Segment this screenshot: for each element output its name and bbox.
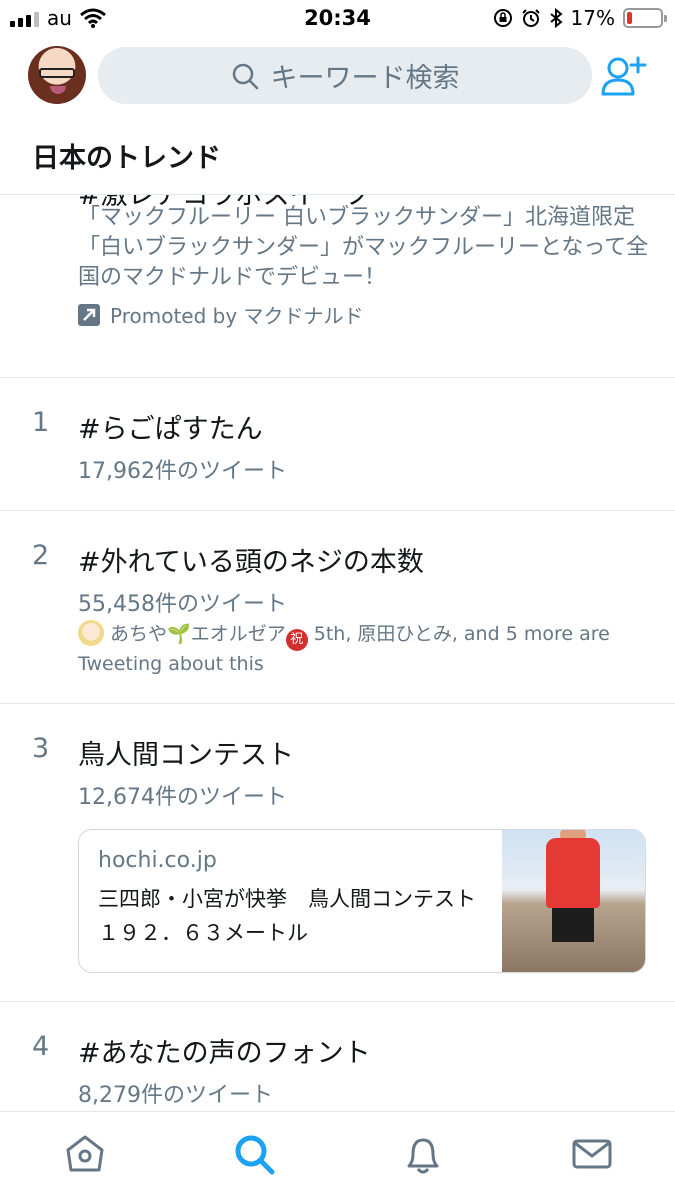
search-icon	[232, 63, 258, 89]
battery-icon	[623, 8, 667, 28]
tab-bar	[0, 1111, 675, 1201]
promoted-by-label: Promoted by マクドナルド	[110, 304, 364, 328]
card-domain: hochi.co.jp	[98, 848, 217, 873]
avatar-glasses	[39, 68, 75, 78]
promoted-icon	[78, 303, 100, 326]
avatar-mouth	[50, 86, 66, 94]
avatar[interactable]	[28, 46, 86, 104]
home-icon[interactable]	[63, 1132, 107, 1176]
trend-name[interactable]: 鳥人間コンテスト	[78, 733, 294, 772]
tweeter-name: あちや	[110, 623, 168, 645]
trend-rank: 2	[32, 540, 50, 571]
divider	[0, 510, 675, 511]
search-input[interactable]: キーワード検索	[98, 47, 592, 104]
promoted-description: 「マックフルーリー 白いブラックサンダー」北海道限定「白いブラックサンダー」がマ…	[78, 205, 649, 290]
trend-tweet-count: 17,962件のツイート	[78, 459, 287, 484]
trend-tweet-count: 55,458件のツイート	[78, 592, 287, 617]
card-thumbnail	[502, 830, 645, 972]
trend-rank: 3	[32, 733, 50, 764]
page-title: 日本のトレンド	[32, 143, 221, 174]
trend-rank: 1	[32, 407, 50, 438]
sprout-icon: 🌱	[167, 623, 191, 645]
add-user-icon[interactable]	[600, 52, 650, 100]
trends-list[interactable]: #激レアコラボスイーツ 「マックフルーリー 白いブラックサンダー」北海道限定「白…	[0, 195, 675, 1111]
trend-tweet-count: 12,674件のツイート	[78, 785, 287, 810]
messages-icon[interactable]	[570, 1132, 614, 1176]
celebration-icon: 祝	[285, 629, 308, 651]
search-placeholder: キーワード検索	[270, 63, 460, 94]
orientation-lock-icon	[493, 9, 512, 27]
search-icon[interactable]	[232, 1132, 276, 1176]
trend-name[interactable]: #外れている頭のネジの本数	[78, 540, 424, 579]
tweeter-name: エオルゼア	[190, 623, 286, 645]
top-header: キーワード検索	[0, 40, 675, 114]
notifications-icon[interactable]	[401, 1132, 445, 1176]
avatar	[78, 620, 104, 646]
divider	[0, 377, 675, 378]
divider	[0, 1001, 675, 1002]
trend-tweet-count: 8,279件のツイート	[78, 1083, 273, 1108]
tweeting-users: あちや🌱エオルゼア祝 5th, 原田ひとみ, and 5 more are Tw…	[78, 620, 658, 678]
promoted-by: Promoted by マクドナルド	[78, 300, 364, 329]
trend-name[interactable]: #らごぱすたん	[78, 407, 263, 446]
status-bar-right: 17%	[493, 6, 667, 30]
trend-rank: 4	[32, 1031, 50, 1062]
alarm-icon	[521, 9, 540, 27]
trend-name[interactable]: #あなたの声のフォント	[78, 1031, 371, 1070]
battery-level-fill	[627, 12, 632, 24]
divider	[0, 703, 675, 704]
news-card[interactable]: hochi.co.jp 三四郎・小宮が快挙 鳥人間コンテスト１９２．６３メートル	[78, 829, 646, 973]
status-bar: au 20:34 17%	[0, 0, 675, 38]
bluetooth-icon	[549, 8, 563, 28]
battery-percent: 17%	[570, 6, 615, 30]
card-title: 三四郎・小宮が快挙 鳥人間コンテスト１９２．６３メートル	[98, 887, 476, 945]
